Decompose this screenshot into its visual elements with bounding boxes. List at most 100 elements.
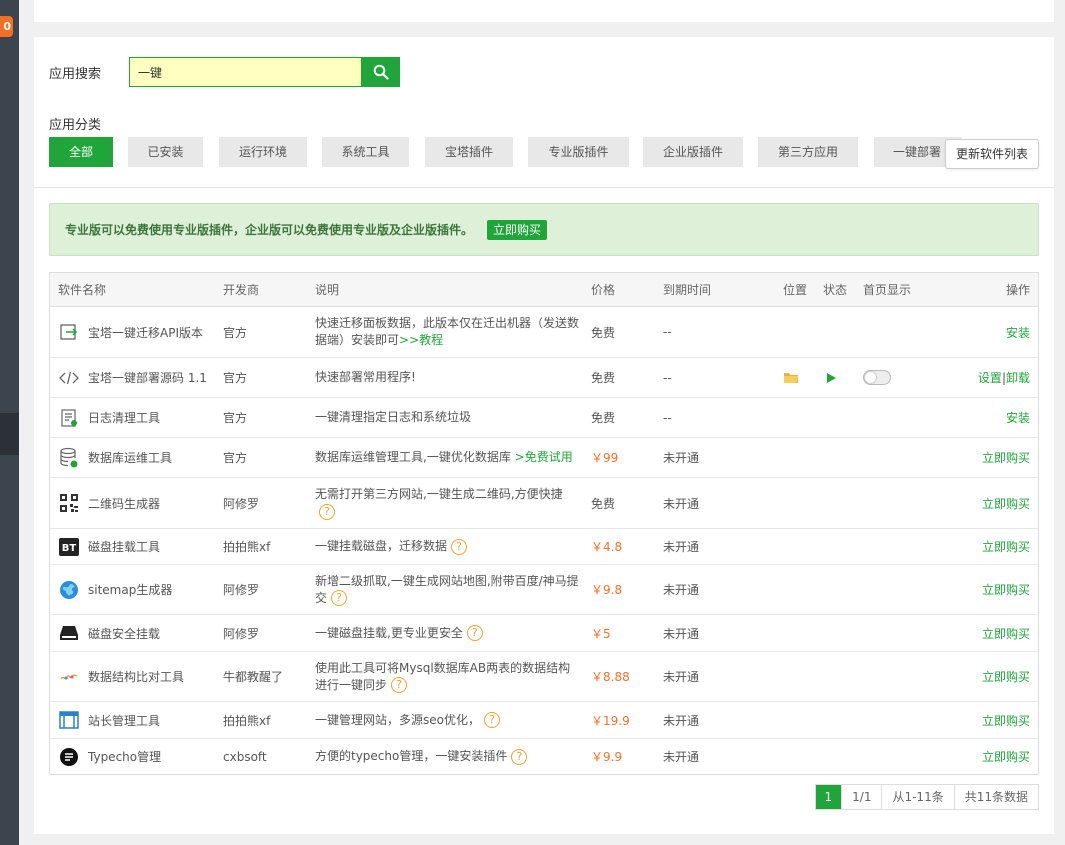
app-desc: 一键挂载磁盘，迁移数据?: [315, 529, 581, 564]
header-position: 位置: [783, 283, 808, 297]
search-icon: [373, 64, 389, 80]
app-dev: 牛都教醒了: [223, 670, 284, 684]
buy-button[interactable]: 立即购买: [982, 565, 1030, 614]
app-name: 宝塔一键迁移API版本: [88, 325, 203, 340]
app-dev: 官方: [223, 371, 248, 385]
install-button[interactable]: 安装: [1006, 307, 1030, 357]
app-price: ￥5: [591, 626, 611, 641]
pro-notice: 专业版可以免费使用专业版插件，企业版可以免费使用专业版及企业版插件。 立即购买: [49, 203, 1039, 256]
free-trial-link[interactable]: >免费试用: [515, 450, 573, 464]
app-dev: 阿修罗: [223, 583, 260, 597]
install-button[interactable]: 安装: [1006, 398, 1030, 437]
notice-buy-button[interactable]: 立即购买: [487, 219, 548, 240]
app-desc: 无需打开第三方网站,一键生成二维码,方便快捷?: [315, 478, 581, 528]
app-desc-text: 一键挂载磁盘，迁移数据: [315, 539, 448, 553]
buy-button[interactable]: 立即购买: [982, 478, 1030, 528]
category-third-party[interactable]: 第三方应用: [758, 137, 858, 167]
app-desc: 快速部署常用程序!: [315, 370, 416, 384]
buy-button[interactable]: 立即购买: [982, 739, 1030, 774]
search-label: 应用搜索: [49, 66, 102, 82]
app-desc: 一键清理指定日志和系统垃圾: [315, 410, 472, 424]
app-desc-text: 一键管理网站，多源seo优化，: [315, 712, 480, 727]
table-row: sitemap生成器 阿修罗 新增二级抓取,一键生成网站地图,附带百度/神马提交…: [50, 565, 1038, 615]
app-name-cell: 宝塔一键部署源码 1.1: [58, 358, 223, 397]
buy-button[interactable]: 立即购买: [982, 702, 1030, 738]
category-all[interactable]: 全部: [49, 137, 113, 167]
header-name[interactable]: 软件名称: [58, 273, 106, 307]
app-name: Typecho管理: [88, 750, 162, 764]
app-desc-text: 使用此工具可将Mysql数据库AB两表的数据结构进行一键同步: [315, 660, 571, 692]
category-system-tools[interactable]: 系统工具: [322, 137, 409, 167]
help-icon[interactable]: ?: [466, 625, 483, 641]
app-price: 免费: [591, 411, 616, 425]
uninstall-link[interactable]: 卸载: [1006, 369, 1030, 386]
tutorial-link[interactable]: >>教程: [399, 333, 443, 347]
buy-button[interactable]: 立即购买: [982, 438, 1030, 477]
help-icon[interactable]: ?: [483, 712, 500, 728]
table-row: 二维码生成器 阿修罗 无需打开第三方网站,一键生成二维码,方便快捷? 免费 未开…: [50, 478, 1038, 529]
sidebar-active-item[interactable]: [0, 413, 19, 455]
search-button[interactable]: [361, 57, 400, 87]
header-op: 操作: [1005, 283, 1030, 297]
help-icon[interactable]: ?: [451, 538, 468, 555]
help-icon[interactable]: ?: [391, 677, 408, 693]
header-dev: 开发商: [223, 283, 260, 297]
disk-icon: [58, 622, 80, 644]
top-card: [34, 0, 1054, 22]
category-installed[interactable]: 已安装: [128, 137, 203, 167]
help-icon[interactable]: ?: [319, 503, 335, 520]
header-desc: 说明: [315, 283, 340, 297]
category-enterprise-plugins[interactable]: 企业版插件: [643, 137, 743, 167]
app-name-cell: 数据结构比对工具: [58, 652, 223, 701]
app-name: 磁盘安全挂载: [88, 626, 161, 641]
main-card: 应用搜索 应用分类 全部 已安装 运行环境 系统工具 宝塔插件 专业版插件 企业…: [34, 37, 1054, 834]
app-name: 磁盘挂载工具: [88, 540, 161, 554]
help-icon[interactable]: ?: [331, 590, 348, 606]
buy-button[interactable]: 立即购买: [982, 652, 1030, 701]
refresh-list-button[interactable]: 更新软件列表: [945, 139, 1039, 169]
category-bt-plugins[interactable]: 宝塔插件: [425, 137, 513, 167]
app-expire: 未开通: [663, 670, 700, 684]
settings-link[interactable]: 设置: [978, 369, 1002, 386]
folder-icon[interactable]: [783, 358, 799, 397]
app-price: ￥19.9: [591, 713, 630, 728]
software-table: 软件名称 开发商 说明 价格 到期时间 位置 状态 首页显示 操作 宝塔一键迁移…: [49, 272, 1039, 775]
buy-button[interactable]: 立即购买: [982, 615, 1030, 651]
app-name-cell: 日志清理工具: [58, 398, 223, 437]
app-name-cell: 数据库运维工具: [58, 438, 223, 477]
globe-icon: [58, 579, 80, 601]
category-pro-plugins[interactable]: 专业版插件: [528, 137, 629, 167]
app-expire: 未开通: [663, 451, 700, 465]
page-count: 1/1: [842, 785, 883, 809]
page-current[interactable]: 1: [815, 785, 843, 809]
table-row: 站长管理工具 拍拍熊xf 一键管理网站，多源seo优化，? ￥19.9 未开通 …: [50, 702, 1038, 739]
app-name: 站长管理工具: [88, 713, 161, 728]
app-desc: 使用此工具可将Mysql数据库AB两表的数据结构进行一键同步?: [315, 652, 581, 701]
play-icon[interactable]: [825, 358, 837, 397]
table-row: 日志清理工具 官方 一键清理指定日志和系统垃圾 免费 -- 安装: [50, 398, 1038, 438]
app-name-cell: Typecho管理: [58, 739, 223, 774]
category-runtime[interactable]: 运行环境: [219, 137, 307, 167]
header-price[interactable]: 价格: [591, 273, 615, 307]
app-name-cell: 磁盘安全挂载: [58, 615, 223, 651]
notification-badge[interactable]: 0: [0, 16, 13, 37]
app-desc: 一键管理网站，多源seo优化，?: [315, 702, 581, 738]
app-name-cell: 宝塔一键迁移API版本: [58, 307, 223, 357]
qrcode-icon: [58, 492, 80, 514]
category-label: 应用分类: [49, 118, 102, 133]
table-row: 宝塔一键迁移API版本 官方 快速迁移面板数据，此版本仅在迁出机器（发送数据端）…: [50, 307, 1038, 358]
app-dev: 拍拍熊xf: [223, 713, 271, 728]
app-expire: --: [663, 410, 672, 425]
app-price: 免费: [591, 325, 616, 340]
home-display-toggle[interactable]: [863, 358, 891, 397]
help-icon[interactable]: ?: [511, 748, 528, 765]
app-price: ￥4.8: [591, 540, 623, 554]
app-name-cell: 站长管理工具: [58, 702, 223, 738]
app-desc: 数据库运维管理工具,一键优化数据库 >免费试用: [315, 438, 581, 477]
app-expire: 未开通: [663, 496, 700, 511]
search-input[interactable]: [129, 57, 361, 87]
buy-button[interactable]: 立即购买: [982, 529, 1030, 564]
table-header: 软件名称 开发商 说明 价格 到期时间 位置 状态 首页显示 操作: [50, 273, 1038, 307]
page-range: 从1-11条: [882, 785, 955, 809]
app-dev: 官方: [223, 411, 248, 425]
